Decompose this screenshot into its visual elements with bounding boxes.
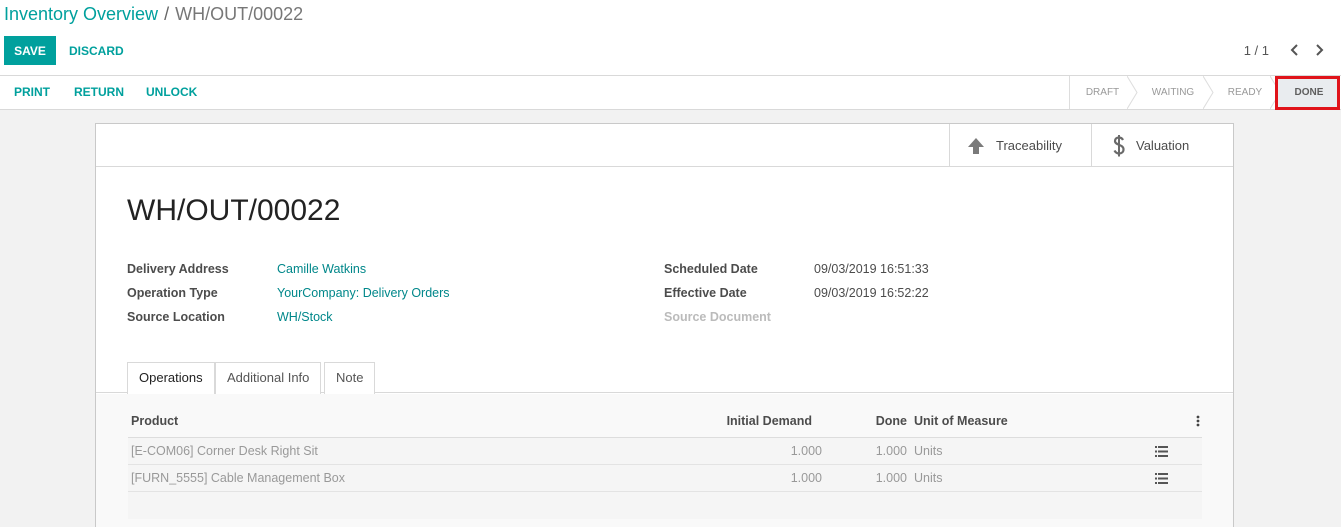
breadcrumb: Inventory Overview / WH/OUT/00022 <box>4 4 303 25</box>
smart-button-box: Traceability Valuation <box>96 124 1233 167</box>
breadcrumb-separator: / <box>164 4 170 24</box>
record-title: WH/OUT/00022 <box>127 194 341 227</box>
column-header-initial-demand[interactable]: Initial Demand <box>727 414 812 428</box>
pager: 1 / 1 <box>1244 40 1329 60</box>
breadcrumb-parent-link[interactable]: Inventory Overview <box>4 4 158 24</box>
column-header-product[interactable]: Product <box>131 414 178 428</box>
return-button[interactable]: RETURN <box>74 76 124 109</box>
source-document-label: Source Document <box>664 310 771 324</box>
operation-type-label: Operation Type <box>127 286 218 300</box>
chevron-right-icon[interactable] <box>1309 40 1329 60</box>
row-done: 1.000 <box>875 471 907 485</box>
done-stage-highlight <box>1275 76 1340 110</box>
control-panel: Inventory Overview / WH/OUT/00022 SAVE DIS… <box>0 0 1341 110</box>
delivery-address-link[interactable]: Camille Watkins <box>277 262 366 276</box>
traceability-button[interactable]: Traceability <box>949 124 1092 167</box>
operations-panel: Product Initial Demand Done Unit of Meas… <box>96 394 1233 527</box>
stage-waiting[interactable]: WAITING <box>1138 76 1208 109</box>
effective-date-value: 09/03/2019 16:52:22 <box>814 286 929 300</box>
table-row[interactable]: [FURN_5555] Cable Management Box 1.000 1… <box>128 465 1202 492</box>
row-uom: Units <box>914 444 943 458</box>
valuation-button[interactable]: Valuation <box>1091 124 1234 167</box>
form-sheet: Traceability Valuation WH/OUT/00022 Deli… <box>95 123 1234 527</box>
tab-note[interactable]: Note <box>324 362 376 394</box>
notebook-tabs: Operations Additional Info Note <box>96 361 1233 395</box>
save-button[interactable]: SAVE <box>4 36 56 65</box>
detailed-operations-icon[interactable] <box>1155 446 1168 460</box>
print-button[interactable]: PRINT <box>14 76 50 109</box>
empty-table-row <box>128 492 1202 519</box>
statusbar: PRINT RETURN UNLOCK DRAFT WAITING READY … <box>0 75 1341 110</box>
scheduled-date-label: Scheduled Date <box>664 262 758 276</box>
breadcrumb-current: WH/OUT/00022 <box>175 4 304 24</box>
delivery-address-label: Delivery Address <box>127 262 229 276</box>
column-header-uom[interactable]: Unit of Measure <box>914 414 1008 428</box>
pager-value[interactable]: 1 / 1 <box>1244 43 1269 58</box>
traceability-label: Traceability <box>996 138 1062 153</box>
stage-draft[interactable]: DRAFT <box>1069 76 1135 109</box>
chevron-left-icon[interactable] <box>1285 40 1305 60</box>
source-location-label: Source Location <box>127 310 225 324</box>
table-row[interactable]: [E-COM06] Corner Desk Right Sit 1.000 1.… <box>128 438 1202 465</box>
column-header-done[interactable]: Done <box>876 414 907 428</box>
scheduled-date-value: 09/03/2019 16:51:33 <box>814 262 929 276</box>
dollar-icon <box>1112 134 1126 158</box>
detailed-operations-icon[interactable] <box>1155 473 1168 487</box>
table-header: Product Initial Demand Done Unit of Meas… <box>128 412 1202 438</box>
operation-type-link[interactable]: YourCompany: Delivery Orders <box>277 286 450 300</box>
row-product: [E-COM06] Corner Desk Right Sit <box>131 444 318 458</box>
unlock-button[interactable]: UNLOCK <box>146 76 197 109</box>
arrow-up-icon <box>966 136 986 156</box>
source-location-link[interactable]: WH/Stock <box>277 310 333 324</box>
row-uom: Units <box>914 471 943 485</box>
stage-ready[interactable]: READY <box>1214 76 1276 109</box>
valuation-label: Valuation <box>1136 138 1190 153</box>
row-initial-demand: 1.000 <box>790 444 822 458</box>
kebab-menu-icon[interactable] <box>1196 415 1200 430</box>
effective-date-label: Effective Date <box>664 286 747 300</box>
tab-additional-info[interactable]: Additional Info <box>215 362 322 394</box>
operations-table: Product Initial Demand Done Unit of Meas… <box>128 412 1202 519</box>
row-initial-demand: 1.000 <box>790 471 822 485</box>
tab-operations[interactable]: Operations <box>127 362 215 395</box>
row-product: [FURN_5555] Cable Management Box <box>131 471 346 485</box>
discard-button[interactable]: DISCARD <box>60 36 133 65</box>
row-done: 1.000 <box>875 444 907 458</box>
